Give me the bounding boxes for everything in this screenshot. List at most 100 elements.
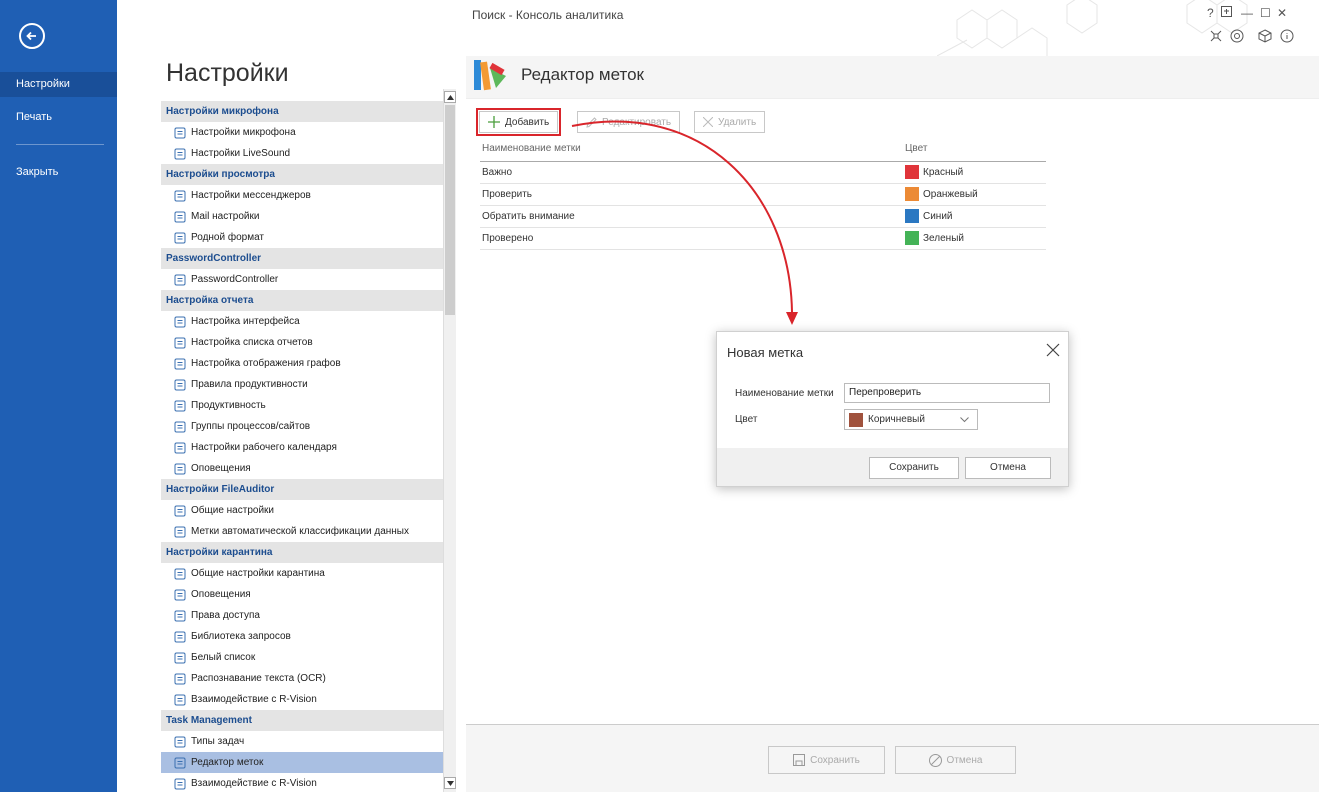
table-row[interactable]: Обратить внимание Синий <box>480 206 1046 228</box>
dialog-save-button[interactable]: Сохранить <box>869 457 959 479</box>
tree-item[interactable]: Настройки рабочего календаря <box>161 437 444 458</box>
tree-item[interactable]: Типы задач <box>161 731 444 752</box>
chevron-up-icon <box>446 94 454 100</box>
label-editor-icon <box>173 756 186 769</box>
table-row[interactable]: Проверено Зеленый <box>480 228 1046 250</box>
tree-item[interactable]: Права доступа <box>161 605 444 626</box>
tree-item-label: Настройки просмотра <box>166 169 275 180</box>
api-icon[interactable] <box>1209 29 1223 43</box>
info-icon[interactable] <box>1280 29 1294 43</box>
report-list-icon <box>173 336 186 349</box>
tree-item-label: PasswordController <box>191 274 279 285</box>
tree-item[interactable]: Метки автоматической классификации данны… <box>161 521 444 542</box>
help-button[interactable]: ? <box>1207 6 1214 20</box>
tree-item-label: Правила продуктивности <box>191 379 308 390</box>
tree-item[interactable]: Группы процессов/сайтов <box>161 416 444 437</box>
module-icon[interactable] <box>1258 29 1272 43</box>
calendar-icon <box>173 441 186 454</box>
tree-item[interactable]: Общие настройки карантина <box>161 563 444 584</box>
tree-scrollbar[interactable] <box>443 89 456 792</box>
notification-icon <box>173 462 186 475</box>
tree-group-header[interactable]: Настройки карантина <box>161 542 444 563</box>
tree-group-header[interactable]: Настройки просмотра <box>161 164 444 185</box>
tree-item-label: Взаимодействие с R-Vision <box>191 694 317 705</box>
tree-item[interactable]: Продуктивность <box>161 395 444 416</box>
column-header-color[interactable]: Цвет <box>905 143 927 154</box>
tree-item-label: Типы задач <box>191 736 245 747</box>
tree-item[interactable]: Настройка списка отчетов <box>161 332 444 353</box>
tree-item[interactable]: Родной формат <box>161 227 444 248</box>
tree-item[interactable]: Настройки мессенджеров <box>161 185 444 206</box>
window-title: Поиск - Консоль аналитика <box>472 8 624 22</box>
tree-group-header[interactable]: Настройки FileAuditor <box>161 479 444 500</box>
delete-label-button[interactable]: Удалить <box>694 111 766 133</box>
sidebar-divider <box>16 144 104 145</box>
footer-save-button[interactable]: Сохранить <box>768 746 885 774</box>
label-name-cell: Проверить <box>482 189 533 200</box>
tree-item[interactable]: Библиотека запросов <box>161 626 444 647</box>
minimize-button[interactable]: — <box>1241 6 1253 20</box>
name-field-label: Наименование метки <box>735 388 834 399</box>
close-window-button[interactable]: ✕ <box>1277 6 1287 20</box>
label-name-cell: Проверено <box>482 233 534 244</box>
tree-item[interactable]: Белый список <box>161 647 444 668</box>
tree-item-label: Настройка отчета <box>166 295 254 306</box>
scroll-thumb[interactable] <box>445 105 455 315</box>
chevron-down-icon <box>446 780 454 786</box>
tree-group-header[interactable]: PasswordController <box>161 248 444 269</box>
sidebar-item-print[interactable]: Печать <box>0 105 117 130</box>
editor-header: Редактор меток <box>466 56 1319 98</box>
tree-item[interactable]: PasswordController <box>161 269 444 290</box>
label-editor-icon <box>474 60 506 91</box>
table-row[interactable]: Важно Красный <box>480 162 1046 184</box>
table-row[interactable]: Проверить Оранжевый <box>480 184 1046 206</box>
settings-icon <box>173 504 186 517</box>
editor-footer: Сохранить Отмена <box>466 724 1319 792</box>
tree-item[interactable]: Оповещения <box>161 584 444 605</box>
connect-icon[interactable] <box>1230 29 1244 43</box>
tree-item[interactable]: Редактор меток <box>161 752 444 773</box>
tree-item[interactable]: Правила продуктивности <box>161 374 444 395</box>
color-select[interactable]: Коричневый <box>844 409 978 430</box>
tree-group-header[interactable]: Настройка отчета <box>161 290 444 311</box>
tree-item-label: Родной формат <box>191 232 265 243</box>
add-label-button[interactable]: Добавить <box>475 108 562 136</box>
tree-item[interactable]: Настройки LiveSound <box>161 143 444 164</box>
tree-group-header[interactable]: Настройки микрофона <box>161 101 444 122</box>
tree-item[interactable]: Mail настройки <box>161 206 444 227</box>
scroll-up-button[interactable] <box>444 91 456 103</box>
tree-item[interactable]: Настройки микрофона <box>161 122 444 143</box>
maximize-button[interactable]: ☐ <box>1260 6 1271 20</box>
dialog-cancel-button[interactable]: Отмена <box>965 457 1051 479</box>
dialog-close-icon[interactable] <box>1045 342 1061 358</box>
interface-icon <box>173 315 186 328</box>
tree-item-label: Белый список <box>191 652 256 663</box>
tree-item[interactable]: Общие настройки <box>161 500 444 521</box>
footer-cancel-text: Отмена <box>946 754 983 766</box>
groups-icon <box>173 420 186 433</box>
column-header-name[interactable]: Наименование метки <box>482 143 581 154</box>
tree-item-label: Настройки карантина <box>166 547 273 558</box>
label-name-input[interactable]: Перепроверить <box>844 383 1050 403</box>
sidebar-item-settings[interactable]: Настройки <box>0 72 117 97</box>
back-button[interactable] <box>19 23 45 49</box>
notification-icon <box>173 588 186 601</box>
tree-item-label: Взаимодействие с R-Vision <box>191 778 317 789</box>
tree-item[interactable]: Взаимодействие с R-Vision <box>161 773 444 792</box>
tree-group-header[interactable]: Task Management <box>161 710 444 731</box>
tree-item[interactable]: Распознавание текста (OCR) <box>161 668 444 689</box>
label-color-cell: Красный <box>905 165 963 179</box>
tree-item[interactable]: Настройка отображения графов <box>161 353 444 374</box>
tree-item-label: Права доступа <box>191 610 260 621</box>
footer-cancel-button[interactable]: Отмена <box>895 746 1016 774</box>
tree-item[interactable]: Взаимодействие с R-Vision <box>161 689 444 710</box>
scroll-down-button[interactable] <box>444 777 456 789</box>
restore-layout-button[interactable] <box>1221 6 1232 20</box>
ocr-icon <box>173 672 186 685</box>
edit-label-button[interactable]: Редактировать <box>577 111 681 133</box>
tree-item[interactable]: Настройка интерфейса <box>161 311 444 332</box>
tree-item-label: Общие настройки карантина <box>191 568 325 579</box>
tree-item[interactable]: Оповещения <box>161 458 444 479</box>
tree-item-label: Распознавание текста (OCR) <box>191 673 326 684</box>
sidebar-item-close[interactable]: Закрыть <box>0 160 117 185</box>
